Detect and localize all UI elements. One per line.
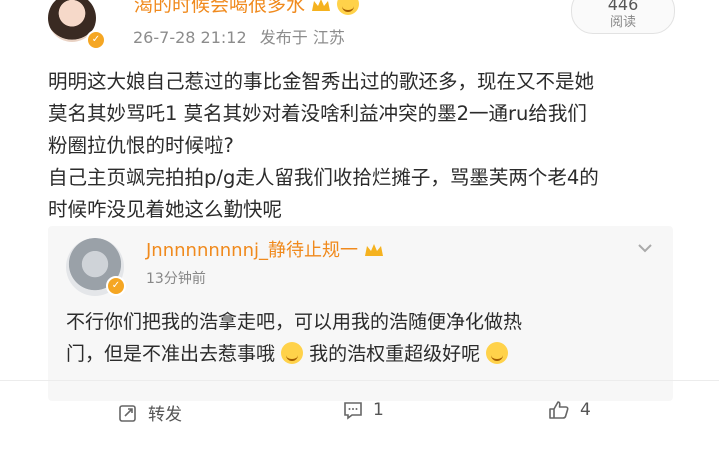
post-timestamp: 26-7-28 21:12	[133, 28, 247, 47]
quoted-reply[interactable]: ✓ Jnnnnnnnnnj_静待止规一 13分钟前 不行你们把我的浩拿走吧，可以…	[48, 226, 673, 401]
crown-icon	[364, 244, 383, 256]
post-line: 粉圈拉仇恨的时候啦?	[48, 134, 234, 157]
divider	[0, 380, 719, 381]
reply-line: 门，但是不准出去惹事哦 我的浩权重超级好呢	[66, 338, 656, 370]
post-line: 明明这大娘自己惹过的事比金智秀出过的歌还多，现在又不是她	[48, 70, 595, 93]
post-body: 明明这大娘自己惹过的事比金智秀出过的歌还多，现在又不是她 莫名其妙骂吒1 莫名其…	[48, 66, 678, 226]
comment-button[interactable]: 1	[343, 400, 384, 420]
post-line: 时候咋没见着她这么勤快呢	[48, 198, 283, 221]
read-count: 446	[607, 0, 639, 14]
reply-line: 不行你们把我的浩拿走吧，可以用我的浩随便净化做热	[66, 311, 523, 333]
crown-icon	[312, 0, 331, 11]
post-meta: 26-7-28 21:12 发布于 江苏	[133, 24, 353, 48]
reply-author-name[interactable]: Jnnnnnnnnnj_静待止规一	[146, 236, 384, 262]
post-line: 莫名其妙骂吒1 莫名其妙对着没啥利益冲突的墨2一通ru给我们	[48, 102, 587, 125]
read-label: 阅读	[609, 15, 636, 30]
weibo-card: ✓ 渴的时候会喝很多水 26-7-28 21:12 发布于 江苏 446 阅读 …	[0, 0, 719, 458]
laugh-emoji-icon	[486, 342, 509, 364]
repost-button[interactable]: 转发	[118, 400, 182, 425]
comment-count: 1	[373, 400, 384, 420]
repost-icon	[119, 404, 136, 422]
like-icon	[549, 401, 569, 419]
laugh-emoji-icon	[281, 342, 304, 364]
post-location: 发布于 江苏	[259, 28, 345, 47]
like-count: 4	[580, 400, 591, 420]
more-icon[interactable]	[637, 238, 653, 257]
author-name[interactable]: 渴的时候会喝很多水	[134, 0, 360, 17]
reply-body: 不行你们把我的浩拿走吧，可以用我的浩随便净化做热 门，但是不准出去惹事哦 我的浩…	[66, 306, 656, 370]
reply-time: 13分钟前	[146, 271, 206, 287]
like-button[interactable]: 4	[548, 400, 591, 420]
laugh-emoji-icon	[337, 0, 360, 15]
verified-badge-icon: ✓	[106, 276, 126, 296]
post-line: 自己主页飒完拍拍p/g走人留我们收拾烂摊子，骂墨芙两个老4的	[48, 166, 599, 189]
comment-icon	[344, 402, 362, 420]
read-count-badge: 446 阅读	[571, 0, 675, 34]
repost-label: 转发	[148, 405, 182, 425]
verified-badge-icon: ✓	[86, 30, 106, 50]
